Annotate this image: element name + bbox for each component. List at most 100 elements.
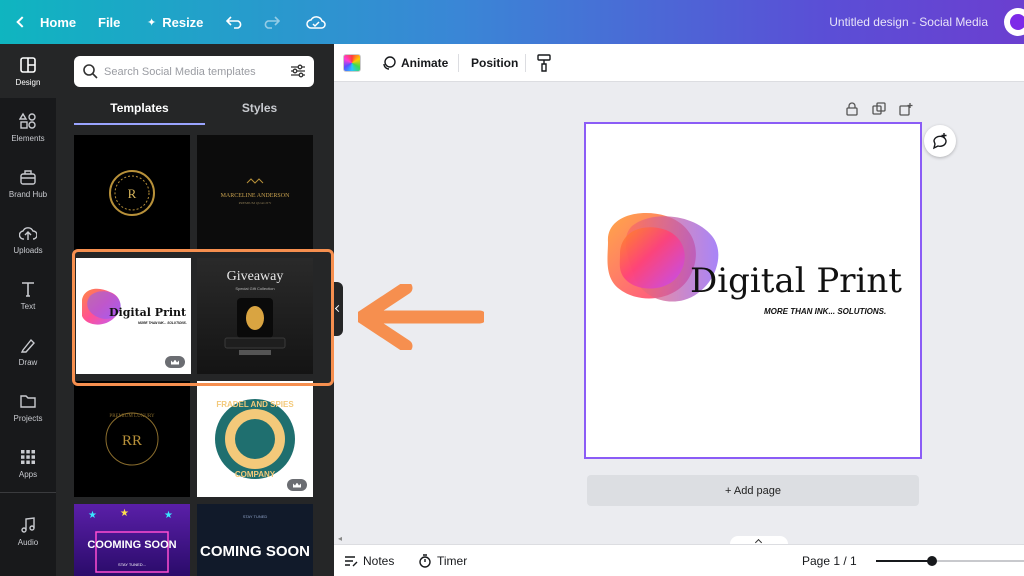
- template-artwork: STAY TUNED COMING SOON: [200, 514, 310, 560]
- zoom-slider-fill: [876, 560, 933, 562]
- tab-templates[interactable]: Templates: [74, 101, 205, 125]
- template-thumb-coming-soon[interactable]: STAY TUNED COMING SOON: [197, 504, 313, 576]
- text-icon: [19, 280, 37, 298]
- search-icon: [83, 64, 98, 79]
- notes-icon: [345, 556, 358, 567]
- template-subtext: STAY TUNED: [243, 514, 268, 519]
- undo-button[interactable]: [226, 0, 244, 44]
- resize-button[interactable]: ✦ Resize: [147, 0, 203, 44]
- template-text: R: [128, 186, 137, 201]
- bottom-bar: Notes Timer Page 1 / 1: [334, 544, 1024, 576]
- redo-icon: [264, 16, 280, 29]
- rail-item-text[interactable]: Text: [0, 268, 56, 322]
- template-text: COMING SOON: [200, 543, 310, 560]
- document-title[interactable]: Untitled design - Social Media: [829, 0, 988, 44]
- add-page-icon[interactable]: [899, 102, 913, 116]
- template-thumb-fradel-spies[interactable]: FRADEL AND SPIES COMPANY: [197, 381, 313, 497]
- svg-text:★: ★: [120, 508, 129, 519]
- resize-label: Resize: [162, 14, 204, 30]
- template-thumb-marceline[interactable]: MARCELINE ANDERSON PREMIUM QUALITY: [197, 135, 313, 251]
- shapes-icon: [19, 112, 37, 130]
- comment-plus-icon: [932, 133, 947, 150]
- position-button[interactable]: Position: [471, 44, 518, 82]
- rail-item-draw[interactable]: Draw: [0, 324, 56, 378]
- notes-button[interactable]: Notes: [344, 545, 394, 576]
- design-page[interactable]: Digital Print MORE THAN INK... SOLUTIONS…: [584, 122, 922, 459]
- file-menu-button[interactable]: File: [98, 0, 120, 44]
- timer-button[interactable]: Timer: [418, 545, 467, 576]
- tab-styles[interactable]: Styles: [205, 101, 314, 125]
- toolbar-divider: [458, 54, 459, 72]
- rail-item-projects[interactable]: Projects: [0, 380, 56, 434]
- design-title[interactable]: Digital Print: [690, 261, 902, 301]
- rail-label: Audio: [17, 537, 39, 547]
- canva-editor: { "topbar": { "home_label": "Home", "fil…: [0, 0, 1024, 576]
- briefcase-icon: [19, 168, 37, 186]
- template-text: COOMING SOON: [87, 539, 176, 551]
- save-status-button[interactable]: [306, 0, 326, 44]
- copy-style-button[interactable]: [537, 44, 551, 82]
- avatar[interactable]: [1004, 8, 1024, 36]
- pen-icon: [19, 336, 37, 354]
- rail-item-audio[interactable]: Audio: [0, 504, 56, 558]
- color-picker-swatch[interactable]: [343, 54, 361, 72]
- template-thumb-rr-luxury[interactable]: PREMIUM LUXURY RR: [74, 381, 190, 497]
- filter-icon[interactable]: [290, 63, 306, 79]
- left-rail: Design Elements Brand Hub Uploads Text D…: [0, 44, 56, 576]
- svg-text:★: ★: [88, 510, 97, 521]
- sparkle-icon: ✦: [147, 16, 157, 29]
- duplicate-icon[interactable]: [872, 102, 886, 116]
- page-indicator[interactable]: Page 1 / 1: [802, 545, 857, 576]
- chevron-left-icon: [16, 16, 28, 28]
- premium-crown-icon: [287, 479, 307, 491]
- search-input[interactable]: [104, 62, 284, 81]
- lock-icon[interactable]: [845, 102, 859, 116]
- animate-label: Animate: [401, 56, 449, 70]
- rail-item-uploads[interactable]: Uploads: [0, 212, 56, 266]
- rail-label: Apps: [18, 469, 38, 479]
- folder-icon: [19, 392, 37, 410]
- music-icon: [19, 516, 37, 534]
- template-subtext: PREMIUM QUALITY: [239, 201, 272, 205]
- editor-toolbar: Animate Position: [334, 44, 1024, 82]
- rail-label: Projects: [13, 413, 43, 423]
- scroll-left-icon[interactable]: ◂: [338, 534, 342, 543]
- layout-icon: [19, 56, 37, 74]
- home-button[interactable]: Home: [14, 0, 76, 44]
- rail-label: Draw: [18, 357, 38, 367]
- template-thumb-cooming-soon[interactable]: ★ ★ ★ COOMING SOON STAY TUNED...: [74, 504, 190, 576]
- undo-icon: [226, 16, 242, 29]
- add-comment-button[interactable]: [924, 125, 956, 157]
- rail-label: Design: [15, 77, 41, 87]
- template-artwork: MARCELINE ANDERSON PREMIUM QUALITY: [221, 178, 291, 205]
- animate-button[interactable]: Animate: [382, 44, 448, 82]
- template-monogram: RR: [122, 433, 142, 449]
- template-text: MARCELINE ANDERSON: [221, 193, 291, 199]
- rail-item-elements[interactable]: Elements: [0, 100, 56, 154]
- collapse-panel-handle[interactable]: [334, 282, 343, 336]
- svg-text:★: ★: [164, 510, 173, 521]
- top-bar: Home File ✦ Resize Untitled design - Soc…: [0, 0, 1024, 44]
- rail-item-brand-hub[interactable]: Brand Hub: [0, 156, 56, 210]
- grid-icon: [19, 448, 37, 466]
- rail-label: Text: [20, 301, 36, 311]
- rail-item-design[interactable]: Design: [0, 44, 56, 98]
- rail-label: Brand Hub: [8, 189, 48, 199]
- add-page-button[interactable]: + Add page: [587, 475, 919, 506]
- rail-label: Uploads: [13, 245, 43, 255]
- rail-item-apps[interactable]: Apps: [0, 436, 56, 490]
- template-artwork: ★ ★ ★ COOMING SOON STAY TUNED...: [87, 508, 177, 573]
- home-label: Home: [40, 14, 77, 30]
- zoom-slider[interactable]: [876, 556, 1024, 566]
- template-thumb-monogram-r[interactable]: R: [74, 135, 190, 251]
- search-box[interactable]: [74, 56, 314, 87]
- design-tagline[interactable]: MORE THAN INK... SOLUTIONS.: [764, 307, 886, 316]
- template-text: FRADEL AND SPIES: [216, 400, 294, 409]
- template-artwork: R: [109, 170, 155, 216]
- page-actions: [845, 102, 913, 116]
- zoom-slider-handle[interactable]: [927, 556, 938, 566]
- arrow-left-icon: [358, 284, 484, 350]
- redo-button[interactable]: [262, 0, 280, 44]
- template-subtext: COMPANY: [235, 470, 276, 479]
- template-text: PREMIUM LUXURY: [109, 414, 155, 419]
